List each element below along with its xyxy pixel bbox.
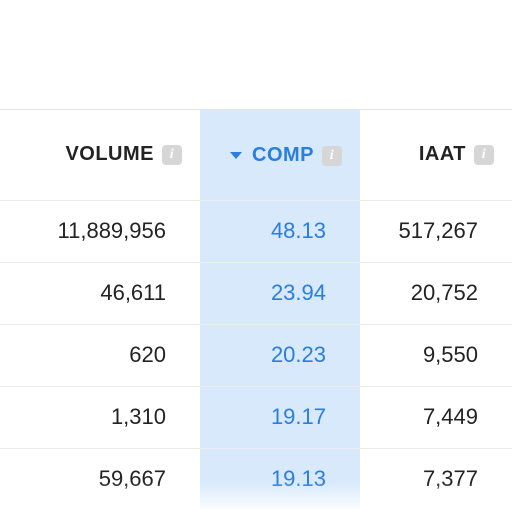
cell-comp: 48.13 <box>200 200 360 262</box>
cell-volume: 46,611 <box>0 262 200 324</box>
cell-iaat: 9,550 <box>360 324 512 386</box>
table-row: 1,310 19.17 7,449 <box>0 386 512 448</box>
cell-comp: 23.94 <box>200 262 360 324</box>
column-label: IAAT <box>419 143 466 166</box>
table-row: 46,611 23.94 20,752 <box>0 262 512 324</box>
cell-volume: 11,889,956 <box>0 200 200 262</box>
data-table: VOLUME i COMP i IAAT i 11,889,956 <box>0 110 512 510</box>
column-header-comp[interactable]: COMP i <box>200 110 360 200</box>
column-header-volume[interactable]: VOLUME i <box>0 110 200 200</box>
column-label: COMP <box>252 144 314 167</box>
cell-comp: 19.17 <box>200 386 360 448</box>
cell-iaat: 7,377 <box>360 448 512 510</box>
cell-volume: 620 <box>0 324 200 386</box>
cell-iaat: 517,267 <box>360 200 512 262</box>
cell-volume: 59,667 <box>0 448 200 510</box>
info-icon[interactable]: i <box>162 145 182 165</box>
table-header-row: VOLUME i COMP i IAAT i <box>0 110 512 200</box>
column-header-iaat[interactable]: IAAT i <box>360 110 512 200</box>
column-label: VOLUME <box>65 143 154 166</box>
table-row: 620 20.23 9,550 <box>0 324 512 386</box>
cell-comp: 19.13 <box>200 448 360 510</box>
table-row: 11,889,956 48.13 517,267 <box>0 200 512 262</box>
table-row: 59,667 19.13 7,377 <box>0 448 512 510</box>
cell-comp: 20.23 <box>200 324 360 386</box>
info-icon[interactable]: i <box>322 146 342 166</box>
cell-volume: 1,310 <box>0 386 200 448</box>
cell-iaat: 20,752 <box>360 262 512 324</box>
top-spacer <box>0 0 512 110</box>
info-icon[interactable]: i <box>474 145 494 165</box>
sort-desc-icon <box>230 152 242 159</box>
cell-iaat: 7,449 <box>360 386 512 448</box>
